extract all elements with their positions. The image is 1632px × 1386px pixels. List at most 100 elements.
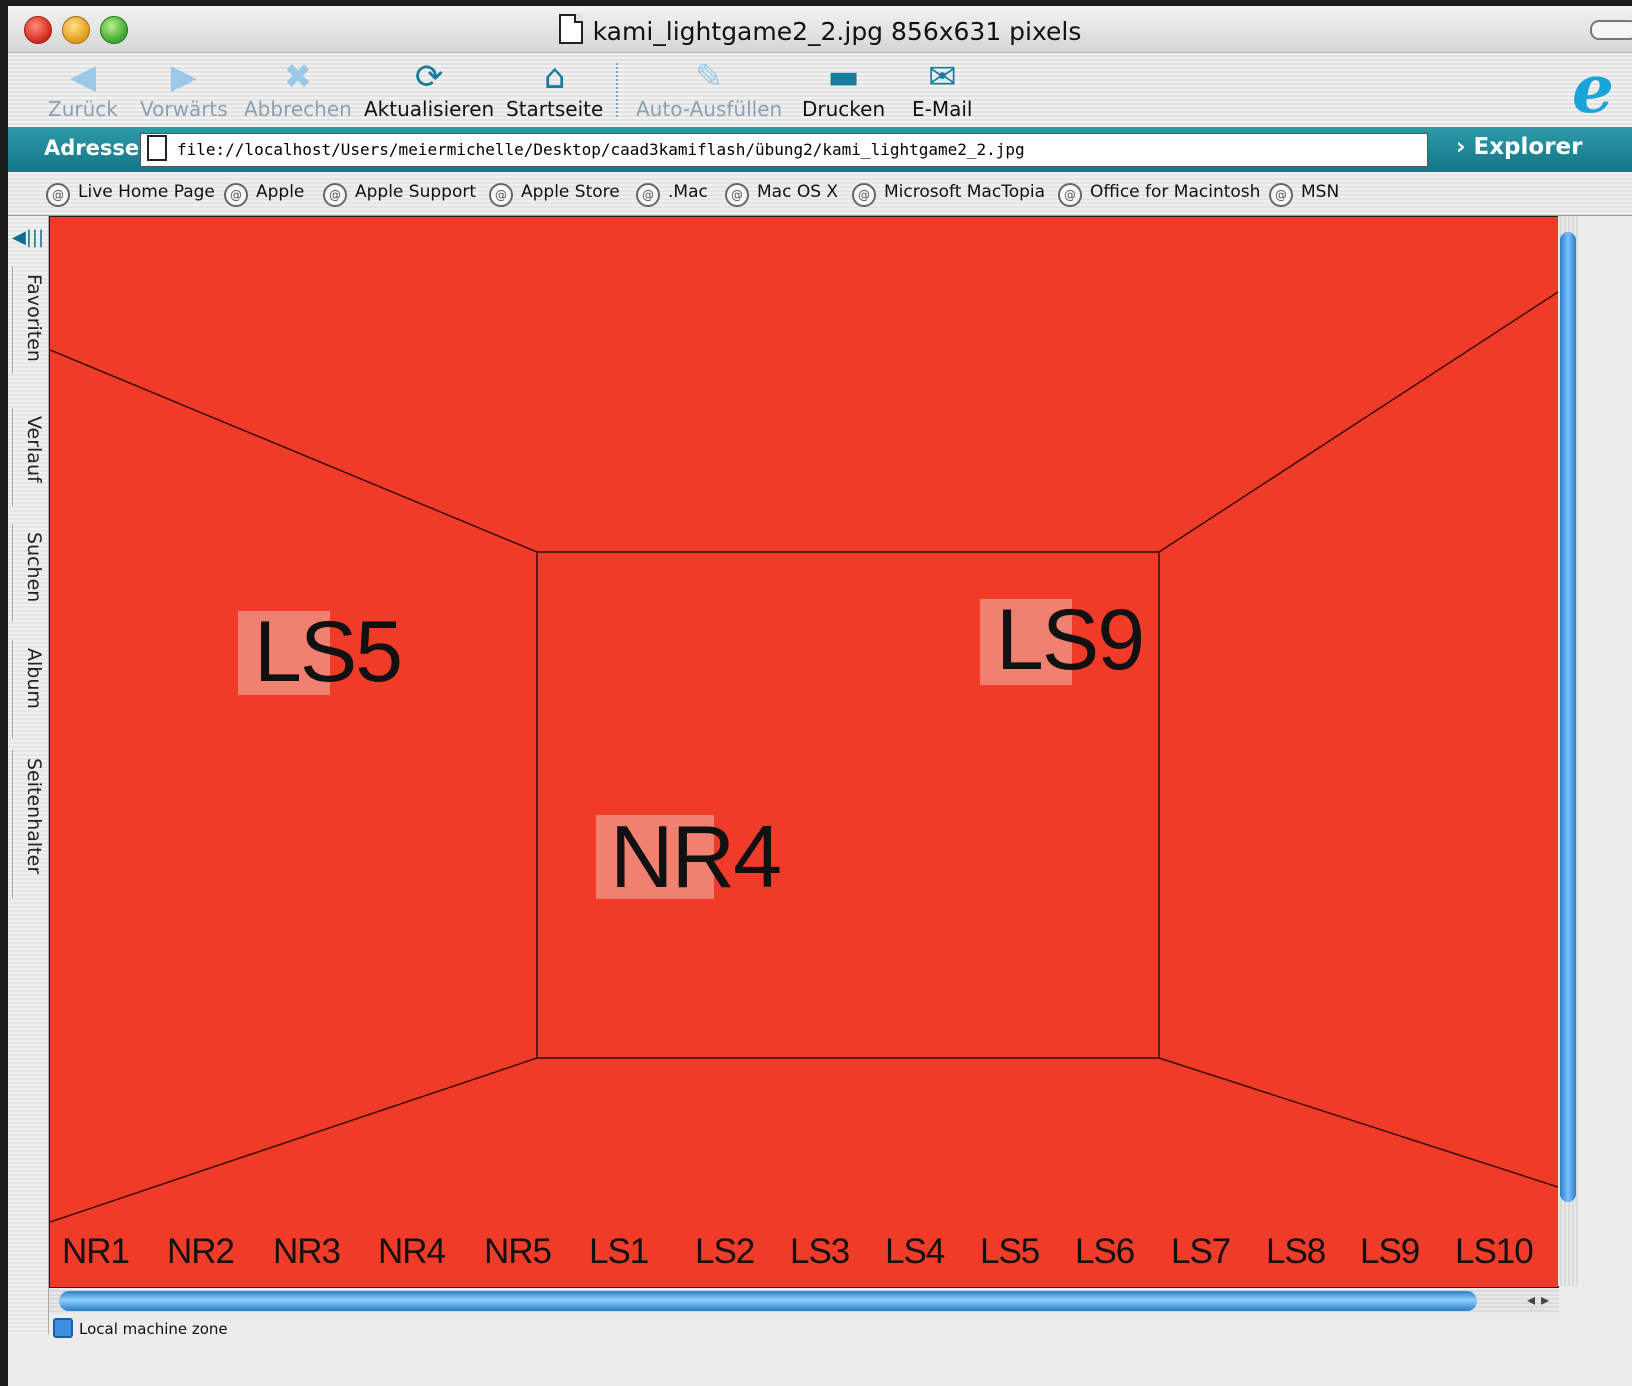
favorite-link[interactable]: @ Office for Macintosh: [1058, 182, 1260, 207]
home-button[interactable]: ⌂ Startseite: [506, 57, 603, 121]
zone-icon: [53, 1318, 73, 1338]
forward-label: Vorwärts: [140, 97, 228, 121]
favorite-link[interactable]: @ Live Home Page: [46, 182, 215, 207]
bottom-label[interactable]: NR5: [484, 1232, 552, 1272]
bottom-label[interactable]: LS6: [1075, 1232, 1135, 1272]
at-icon: @: [636, 183, 660, 207]
tab-seitenhalter[interactable]: Seitenhalter: [12, 750, 45, 898]
window-title: kami_lightgame2_2.jpg 856x631 pixels: [592, 17, 1082, 46]
document-icon: [147, 135, 167, 161]
lower-right-edge: [1158, 1057, 1558, 1188]
favorite-link[interactable]: @ Apple Support: [323, 182, 476, 207]
document-icon: [558, 14, 583, 44]
autofill-button[interactable]: ✎ Auto-Ausfüllen: [636, 57, 782, 121]
at-icon: @: [46, 183, 70, 207]
favorite-label: Microsoft MacTopia: [884, 182, 1046, 202]
favorite-link[interactable]: @ Apple: [224, 182, 304, 207]
at-icon: @: [224, 183, 248, 207]
window-title-wrap: kami_lightgame2_2.jpg 856x631 pixels: [8, 14, 1632, 46]
bottom-label[interactable]: LS8: [1266, 1232, 1326, 1272]
image-content: LS5 LS9 NR4 NR1 NR2 NR3 NR4 NR5 LS1 LS2 …: [49, 216, 1559, 1288]
mail-label: E-Mail: [912, 97, 973, 121]
favorite-link[interactable]: @ .Mac: [636, 182, 708, 207]
favorite-label: MSN: [1301, 182, 1340, 202]
toolbar-toggle-button[interactable]: [1590, 20, 1632, 40]
room-perspective-lines: [50, 291, 1558, 1223]
favorite-label: Apple: [256, 182, 305, 202]
bottom-label[interactable]: LS9: [1360, 1232, 1420, 1272]
address-bar: Adresse: file://localhost/Users/meiermic…: [8, 127, 1632, 172]
favorite-label: .Mac: [668, 182, 708, 202]
bottom-label[interactable]: LS5: [980, 1232, 1040, 1272]
vertical-scroll-thumb[interactable]: [1560, 232, 1576, 1202]
bottom-label[interactable]: LS1: [589, 1232, 649, 1272]
at-icon: @: [725, 183, 749, 207]
sidebar-collapse-icon[interactable]: ◀|||: [12, 228, 44, 248]
bottom-label[interactable]: NR1: [62, 1232, 130, 1272]
bottom-label[interactable]: LS3: [790, 1232, 850, 1272]
x-icon: ✖: [283, 57, 313, 97]
status-bar: Local machine zone: [49, 1316, 1629, 1340]
explorer-button[interactable]: › Explorer: [1456, 134, 1582, 160]
arrow-right-icon: ▶: [170, 57, 197, 97]
tab-favoriten[interactable]: Favoriten: [12, 266, 45, 374]
explorer-label: Explorer: [1473, 134, 1583, 160]
refresh-button[interactable]: ⟳ Aktualisieren: [364, 57, 494, 121]
left-wall-label: LS5: [254, 604, 403, 700]
zone-label: Local machine zone: [79, 1320, 228, 1338]
explorer-sidebar: ◀||| Favoriten Verlauf Suchen Album Seit…: [8, 216, 49, 1334]
print-button[interactable]: ▬ Drucken: [802, 57, 885, 121]
favorite-label: Apple Store: [521, 182, 620, 202]
favorite-link[interactable]: @ Apple Store: [489, 182, 620, 207]
back-wall-label: NR4: [610, 807, 782, 906]
toolbar-separator: [616, 63, 618, 117]
favorite-link[interactable]: @ MSN: [1269, 182, 1339, 207]
forward-button[interactable]: ▶ Vorwärts: [140, 57, 228, 121]
bottom-label[interactable]: LS10: [1455, 1232, 1534, 1272]
horizontal-scroll-thumb[interactable]: [59, 1291, 1477, 1311]
refresh-label: Aktualisieren: [364, 97, 495, 121]
home-label: Startseite: [506, 97, 604, 121]
vertical-scrollbar[interactable]: [1558, 216, 1578, 1286]
back-label: Zurück: [48, 97, 118, 121]
browser-window: kami_lightgame2_2.jpg 856x631 pixels ◀ Z…: [8, 6, 1632, 1386]
address-url: file://localhost/Users/meiermichelle/Des…: [177, 140, 1025, 159]
title-bar: kami_lightgame2_2.jpg 856x631 pixels: [8, 6, 1632, 53]
tab-suchen[interactable]: Suchen: [12, 524, 45, 622]
upper-left-edge: [50, 349, 538, 553]
mail-button[interactable]: ✉ E-Mail: [912, 57, 972, 121]
address-label: Adresse:: [44, 136, 148, 160]
favorites-bar: @ Live Home Page @ Apple @ Apple Support @ A…: [8, 172, 1632, 216]
tab-verlauf[interactable]: Verlauf: [12, 408, 45, 506]
scroll-arrows-icon[interactable]: ◂▸: [1527, 1290, 1555, 1309]
internet-explorer-logo-icon: e: [1572, 50, 1614, 128]
bottom-label[interactable]: LS2: [695, 1232, 755, 1272]
autofill-label: Auto-Ausfüllen: [636, 97, 783, 121]
stop-label: Abbrechen: [244, 97, 352, 121]
bottom-label[interactable]: NR4: [378, 1232, 446, 1272]
tab-album[interactable]: Album: [12, 640, 45, 738]
favorite-label: Live Home Page: [78, 182, 215, 202]
at-icon: @: [1269, 183, 1293, 207]
stop-button[interactable]: ✖ Abbrechen: [244, 57, 352, 121]
at-icon: @: [489, 183, 513, 207]
horizontal-scrollbar[interactable]: ◂▸: [49, 1288, 1559, 1314]
at-icon: @: [323, 183, 347, 207]
bottom-label[interactable]: NR2: [167, 1232, 235, 1272]
bottom-label[interactable]: NR3: [273, 1232, 341, 1272]
at-icon: @: [1058, 183, 1082, 207]
favorite-link[interactable]: @ Mac OS X: [725, 182, 838, 207]
back-button[interactable]: ◀ Zurück: [48, 57, 118, 121]
address-input[interactable]: file://localhost/Users/meiermichelle/Des…: [140, 133, 1428, 167]
favorite-link[interactable]: @ Microsoft MacTopia: [852, 182, 1045, 207]
printer-icon: ▬: [827, 57, 860, 97]
refresh-icon: ⟳: [414, 57, 444, 97]
print-label: Drucken: [802, 97, 886, 121]
at-icon: @: [852, 183, 876, 207]
envelope-icon: ✉: [927, 57, 957, 97]
bottom-label[interactable]: LS4: [885, 1232, 945, 1272]
bottom-label[interactable]: LS7: [1171, 1232, 1231, 1272]
right-wall-label: LS9: [996, 592, 1145, 688]
upper-right-edge: [1158, 291, 1558, 553]
home-icon: ⌂: [543, 57, 566, 97]
